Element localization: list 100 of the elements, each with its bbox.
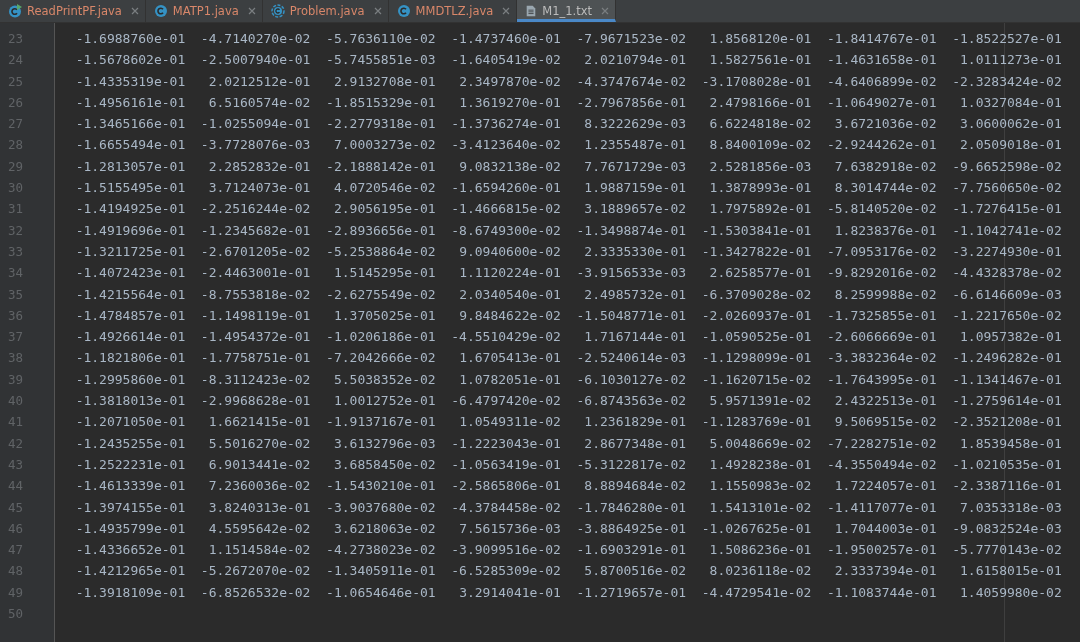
number-value: -1.5048771e-01 [575,306,687,325]
number-value: -5.7770143e-02 [951,541,1062,560]
number-value: 3.2914041e-01 [458,583,561,602]
number-value: -1.4613339e-01 [74,477,186,496]
number-value: 7.6382918e-02 [833,157,937,176]
number-value: 6.6224818e-02 [708,115,812,134]
number-value: 1.5827561e-01 [708,51,812,70]
number-value: 9.5069515e-02 [833,413,937,432]
number-value: -1.0563419e-01 [450,455,561,474]
number-value: -6.6146609e-03 [951,285,1062,304]
number-value: 1.6158015e-01 [959,562,1062,581]
number-value: -1.4335319e-01 [74,72,186,91]
number-value: 5.9571391e-02 [708,392,812,411]
number-value: -1.4737460e-01 [450,30,561,48]
number-value: 5.5038352e-02 [332,370,436,389]
number-value: 3.6132796e-03 [332,434,436,453]
number-value: -1.1498119e-01 [199,306,311,325]
number-value: -4.3784458e-02 [450,498,561,517]
number-value: 7.7671729e-03 [583,157,687,176]
close-icon[interactable] [601,6,610,15]
number-value: -1.3974155e-01 [74,498,186,517]
number-value: 7.5615736e-03 [458,519,561,538]
number-value: -1.4956161e-01 [74,93,186,112]
close-icon[interactable] [373,7,382,15]
number-value: -8.6749300e-02 [450,221,561,240]
number-value: -1.7276415e-01 [951,200,1062,219]
number-value: -2.0260937e-01 [700,306,812,325]
number-value: -2.5240614e-03 [575,349,687,368]
number-value: -5.3122817e-02 [575,455,687,474]
number-value: -1.2496282e-01 [951,349,1062,368]
number-value: -6.1030127e-02 [575,370,687,389]
number-value: 1.7167144e-01 [583,328,687,347]
number-value: 1.1514584e-02 [207,541,311,560]
number-value: 8.3222629e-03 [583,115,687,134]
number-value: -2.5865806e-01 [450,477,561,496]
number-value: -1.6405419e-02 [450,51,561,70]
number-value: -7.9671523e-02 [575,30,687,48]
number-value: 3.7124073e-01 [207,179,311,198]
number-value: 1.5413101e-02 [708,498,812,517]
number-value: 2.9056195e-01 [332,200,436,219]
file-tab[interactable]: M1_1.txt [517,0,617,22]
number-value: -3.1708028e-01 [700,72,812,91]
number-value: -3.9156533e-03 [575,264,687,283]
number-value: 1.0111273e-01 [959,51,1062,70]
text-file-icon [525,3,538,18]
number-value: 8.3014744e-02 [833,179,937,198]
close-icon[interactable] [130,7,139,15]
number-value: -1.1283769e-01 [700,413,812,432]
abstract-class-icon [270,4,285,18]
number-value: 1.3878993e-01 [708,179,812,198]
number-value: -1.5678602e-01 [74,51,186,70]
close-icon[interactable] [502,7,511,15]
number-value: 1.2361829e-01 [583,413,687,432]
number-value: -2.3283424e-02 [951,72,1062,91]
number-value: 2.0212512e-01 [207,72,311,91]
number-value: -1.2223043e-01 [450,434,561,453]
number-value: -1.7758751e-01 [199,349,311,368]
number-value: 2.2852832e-01 [207,157,311,176]
number-value: 1.0012752e-01 [332,392,436,411]
number-value: 2.6258577e-01 [708,264,812,283]
number-value: -8.3112423e-02 [199,370,311,389]
number-value: 1.7044003e-01 [833,519,937,538]
file-tab[interactable]: MATP1.java [145,0,263,22]
number-value: -3.9037680e-02 [325,498,436,517]
number-value: -1.2217650e-02 [951,306,1062,325]
number-value: -1.6594260e-01 [450,179,561,198]
number-value: -1.4784857e-01 [74,306,186,325]
number-value: -1.2813057e-01 [74,157,186,176]
close-icon[interactable] [247,7,256,15]
number-value: 6.5160574e-02 [207,93,311,112]
number-value: -1.4215564e-01 [74,285,186,304]
number-value: 1.0957382e-01 [959,328,1062,347]
number-value: -2.7967856e-01 [575,93,687,112]
number-value: -1.4212965e-01 [74,562,186,581]
file-tab[interactable]: ReadPrintPF.java [0,0,146,22]
number-value: -6.8526532e-02 [199,583,311,602]
number-value: -7.2282751e-02 [825,434,937,453]
file-tab[interactable]: Problem.java [262,0,389,22]
number-value: 3.0600062e-01 [959,115,1062,134]
number-value: 1.5086236e-01 [708,541,812,560]
number-value: 2.3497870e-02 [458,72,561,91]
number-value: -1.4631658e-01 [825,51,937,70]
number-value: -1.7846280e-01 [575,498,687,517]
class-run-icon [8,4,22,18]
number-value: -1.0654646e-01 [325,583,436,602]
number-value: 9.0832138e-02 [458,157,561,176]
number-value: -4.3550494e-02 [825,455,937,474]
number-value: 1.7975892e-01 [708,200,812,219]
number-value: -1.4919696e-01 [74,221,186,240]
number-value: 1.8539458e-01 [959,434,1062,453]
number-value: -4.6406899e-02 [825,72,937,91]
number-value: -6.4797420e-02 [450,392,561,411]
number-value: -1.4117077e-01 [825,498,937,517]
number-value: -4.2738023e-02 [325,541,436,560]
number-value: 3.6218063e-02 [332,519,436,538]
number-value: -1.1341467e-01 [951,370,1062,389]
number-value: -1.3211725e-01 [74,242,186,261]
number-value: -2.2779318e-01 [325,115,436,134]
number-value: -2.9244262e-01 [825,136,937,155]
number-value: 7.0003273e-02 [332,136,436,155]
